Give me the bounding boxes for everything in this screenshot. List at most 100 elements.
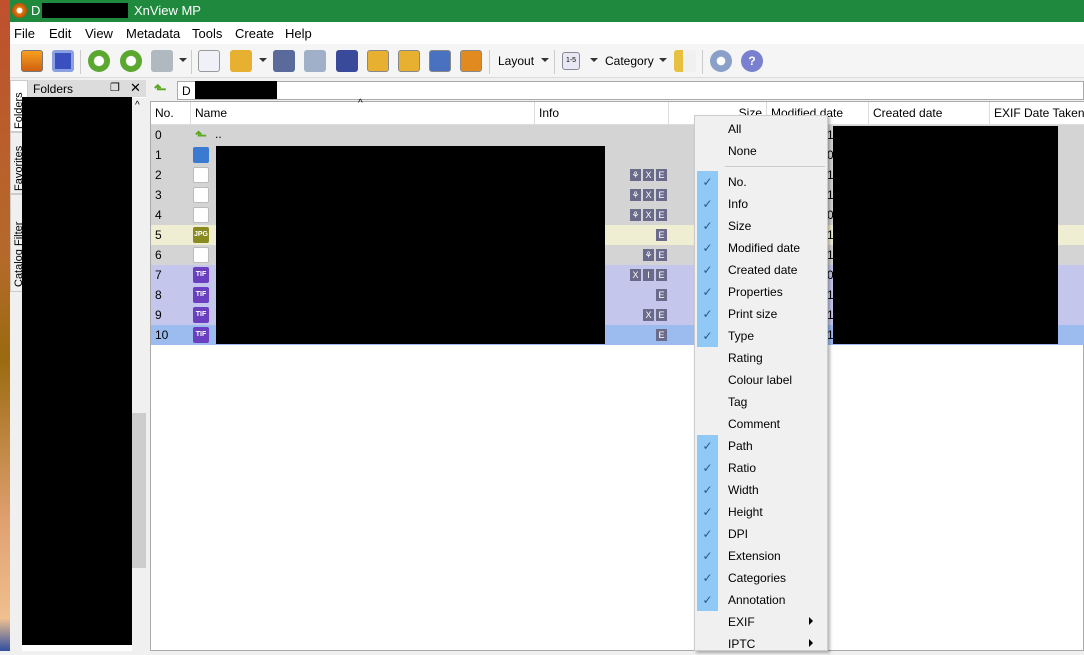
jpg-file-icon: JPG <box>193 227 209 243</box>
parent-folder-icon[interactable]: ⬑ <box>154 80 167 98</box>
category-dropdown-icon[interactable] <box>659 58 667 62</box>
menu-item-ratio[interactable]: ✓ Ratio <box>695 457 827 479</box>
menu-item-type[interactable]: ✓ Type <box>695 325 827 347</box>
checkmark-icon: ✓ <box>697 567 718 589</box>
info-badge: E <box>656 329 667 341</box>
info-badges: ⚘ X E <box>630 169 667 181</box>
row-number: 1 <box>155 148 162 162</box>
rating-dropdown-icon[interactable] <box>590 58 598 62</box>
batch-rename-icon[interactable] <box>398 50 420 72</box>
column-header-info[interactable]: Info <box>535 102 669 125</box>
info-badges: E <box>656 229 667 241</box>
rating-filter-icon[interactable]: 1-5 <box>562 52 580 70</box>
menu-item-path[interactable]: ✓ Path <box>695 435 827 457</box>
properties-icon[interactable] <box>198 50 220 72</box>
info-badges: ⚘ E <box>643 249 667 261</box>
row-number: 8 <box>155 288 162 302</box>
img-file-icon <box>193 147 209 163</box>
row-number: 5 <box>155 228 162 242</box>
toolbar: Layout 1-5 Category ? <box>10 44 1084 78</box>
checkmark-icon: ✓ <box>697 325 718 347</box>
info-badges: ⚘ X E <box>630 209 667 221</box>
category-button[interactable]: Category <box>605 54 654 68</box>
menu-file[interactable]: File <box>14 26 35 41</box>
menu-item-tag[interactable]: Tag <box>695 391 827 413</box>
layout-dropdown-icon[interactable] <box>541 58 549 62</box>
menu-separator <box>725 166 825 167</box>
checkmark-icon: ✓ <box>697 303 718 325</box>
redacted <box>216 146 605 344</box>
title-path: D <box>31 3 41 18</box>
scrollbar-thumb[interactable] <box>132 413 146 568</box>
submenu-arrow-icon <box>809 617 813 625</box>
menu-item-extension[interactable]: ✓ Extension <box>695 545 827 567</box>
address-input[interactable]: D <box>177 81 1084 100</box>
pdf-file-icon <box>193 187 209 203</box>
menu-item-info[interactable]: ✓ Info <box>695 193 827 215</box>
checkmark-icon: ✓ <box>697 281 718 303</box>
menu-item-none[interactable]: None <box>695 140 827 162</box>
help-icon[interactable]: ? <box>741 50 763 72</box>
menu-item-annotation[interactable]: ✓ Annotation <box>695 589 827 611</box>
xnview-app-icon <box>12 3 27 18</box>
menu-create[interactable]: Create <box>235 26 274 41</box>
redacted <box>833 126 1058 344</box>
checkmark-icon: ✓ <box>697 479 718 501</box>
checkmark-icon: ✓ <box>697 435 718 457</box>
menu-item-modified-date[interactable]: ✓ Modified date <box>695 237 827 259</box>
info-badge: E <box>656 249 667 261</box>
info-badges: XIE <box>630 269 667 281</box>
menu-item-height[interactable]: ✓ Height <box>695 501 827 523</box>
menu-item-size[interactable]: ✓ Size <box>695 215 827 237</box>
menu-item-properties[interactable]: ✓ Properties <box>695 281 827 303</box>
screenshot-icon[interactable] <box>429 50 451 72</box>
transform-icon[interactable] <box>151 50 173 72</box>
row-number: 2 <box>155 168 162 182</box>
menu-help[interactable]: Help <box>285 26 312 41</box>
convert-icon[interactable] <box>367 50 389 72</box>
menu-item-print-size[interactable]: ✓ Print size <box>695 303 827 325</box>
move-to-folder-icon[interactable] <box>230 50 252 72</box>
binoculars-search-icon[interactable] <box>273 50 295 72</box>
column-header-no[interactable]: No. <box>151 102 191 125</box>
settings-gear-icon[interactable] <box>710 50 732 72</box>
menu-item-colour-label[interactable]: Colour label <box>695 369 827 391</box>
menu-item-created-date[interactable]: ✓ Created date <box>695 259 827 281</box>
float-panel-icon[interactable]: ❐ <box>110 81 120 94</box>
print-icon[interactable] <box>304 50 326 72</box>
menu-item-comment[interactable]: Comment <box>695 413 827 435</box>
checkmark-icon: ✓ <box>697 545 718 567</box>
menu-item-dpi[interactable]: ✓ DPI <box>695 523 827 545</box>
layout-button[interactable]: Layout <box>498 54 534 68</box>
slideshow-icon[interactable] <box>460 50 482 72</box>
transform-dropdown-icon[interactable] <box>179 58 187 62</box>
menu-item-all[interactable]: All <box>695 118 827 140</box>
pdf-file-icon <box>193 207 209 223</box>
column-header-exif-date-taken[interactable]: EXIF Date Taken <box>990 102 1084 125</box>
rotate-left-icon[interactable] <box>88 50 110 72</box>
checkmark-icon: ✓ <box>697 215 718 237</box>
folder-dropdown-icon[interactable] <box>259 58 267 62</box>
folder-tree-scrollbar[interactable]: ^ <box>132 98 146 651</box>
rotate-right-icon[interactable] <box>120 50 142 72</box>
menu-tools[interactable]: Tools <box>192 26 222 41</box>
menu-item-categories[interactable]: ✓ Categories <box>695 567 827 589</box>
column-header-name[interactable]: Name <box>191 102 535 125</box>
menu-bar: File Edit View Metadata Tools Create Hel… <box>10 22 1084 44</box>
browser-view-icon[interactable] <box>21 50 43 72</box>
info-badge: E <box>656 289 667 301</box>
folder-tree-icon[interactable] <box>674 50 696 72</box>
scanner-icon[interactable] <box>336 50 358 72</box>
menu-edit[interactable]: Edit <box>49 26 71 41</box>
menu-item-iptc[interactable]: IPTC <box>695 633 827 655</box>
menu-item-exif[interactable]: EXIF <box>695 611 827 633</box>
menu-metadata[interactable]: Metadata <box>126 26 180 41</box>
scroll-up-icon[interactable]: ^ <box>135 100 140 111</box>
close-panel-icon[interactable]: ✕ <box>130 80 141 96</box>
fullscreen-icon[interactable] <box>52 50 74 72</box>
menu-item-width[interactable]: ✓ Width <box>695 479 827 501</box>
column-header-created-date[interactable]: Created date <box>869 102 990 125</box>
menu-item-no[interactable]: ✓ No. <box>695 171 827 193</box>
menu-item-rating[interactable]: Rating <box>695 347 827 369</box>
menu-view[interactable]: View <box>85 26 113 41</box>
